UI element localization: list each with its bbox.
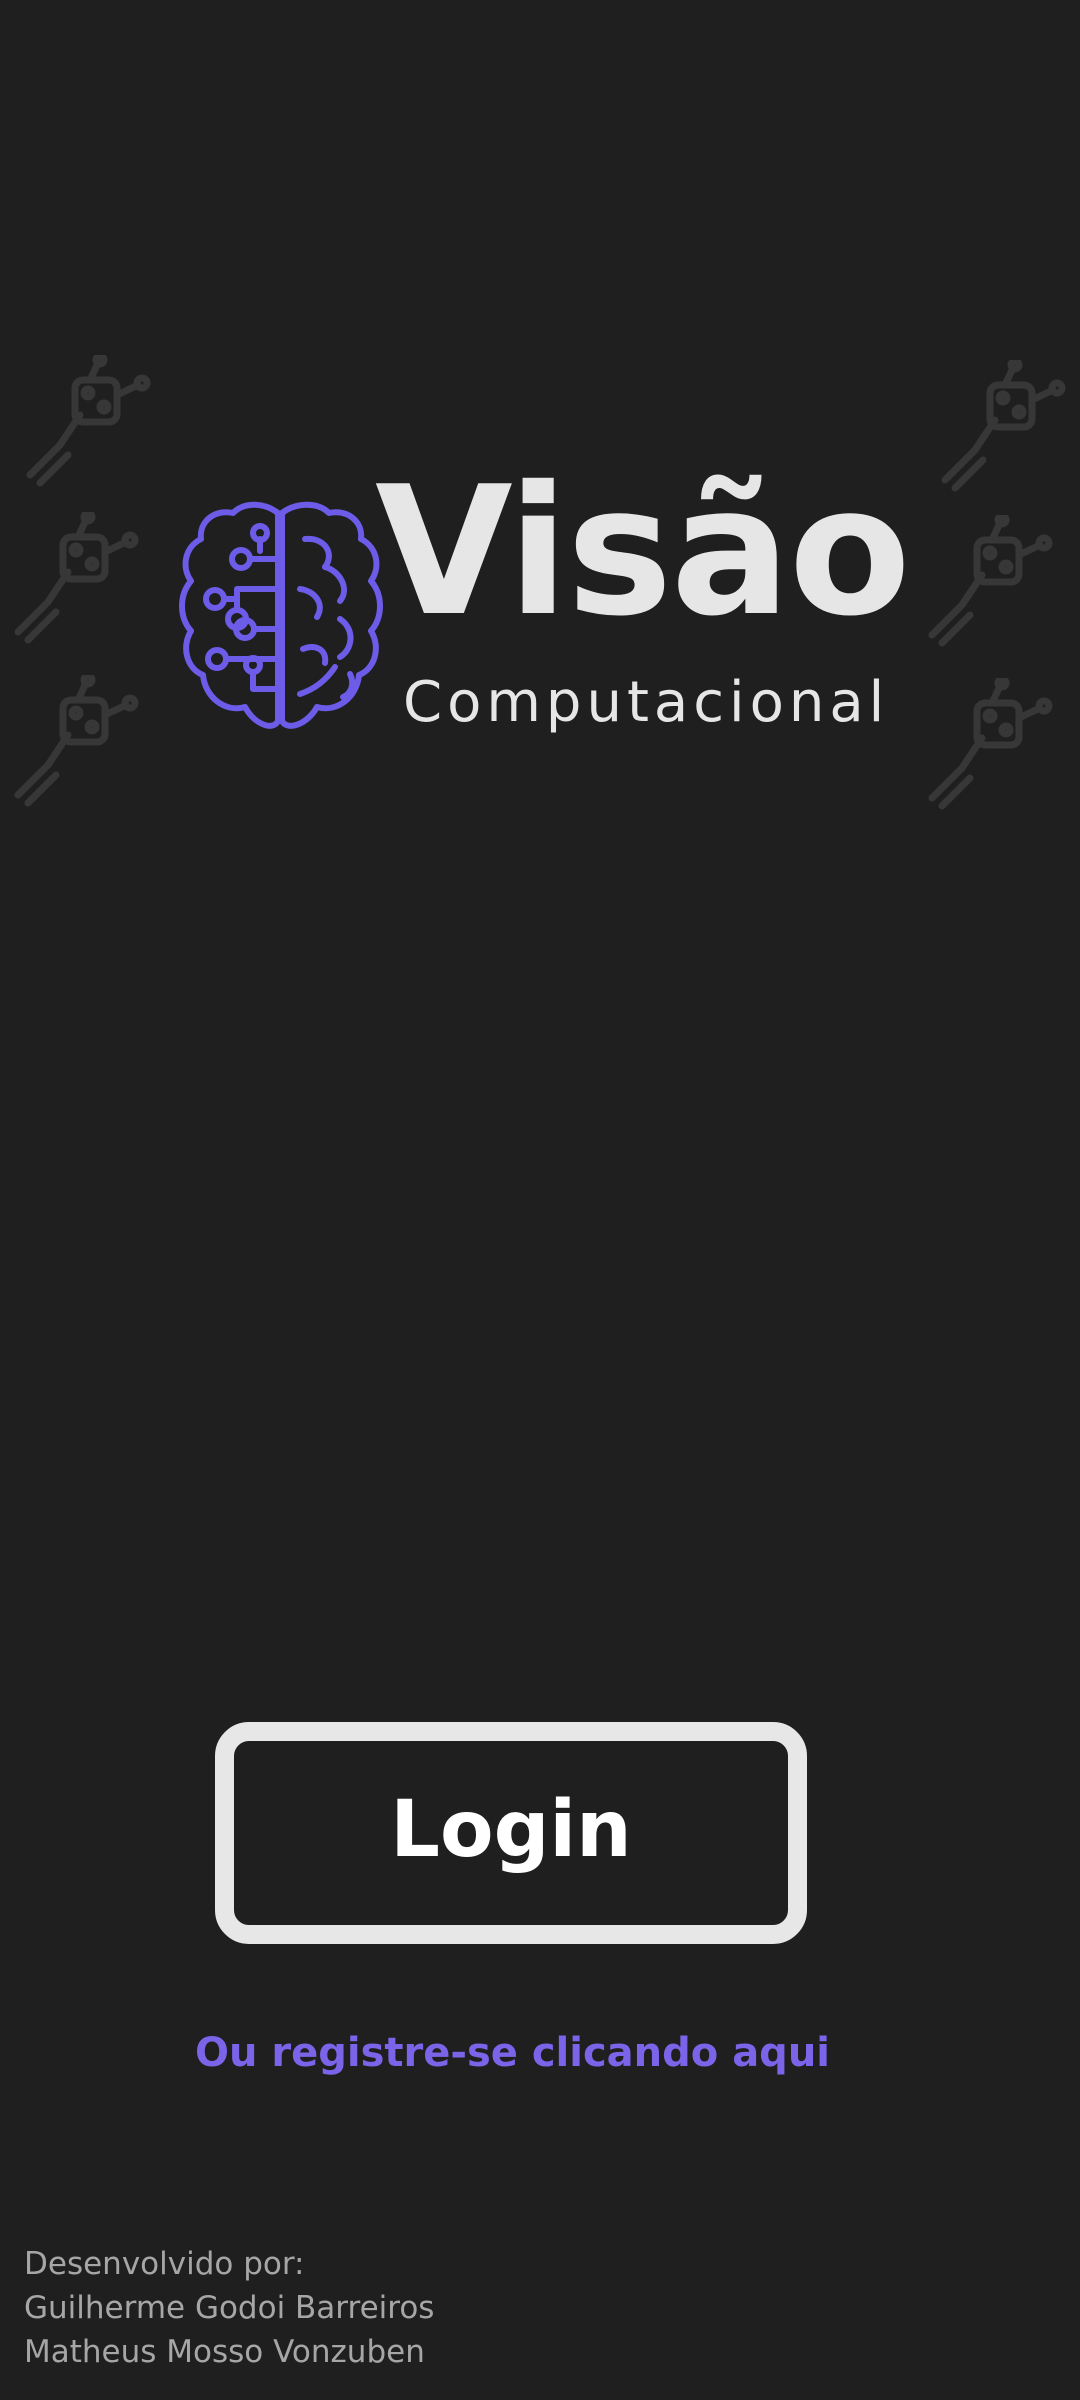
- robot-arm-icon: [8, 672, 148, 815]
- robot-arm-icon: [935, 357, 1075, 500]
- logo-subtitle: Computacional: [403, 670, 890, 735]
- login-button-label: Login: [390, 1785, 632, 1875]
- credits-heading: Desenvolvido por:: [24, 2246, 305, 2282]
- login-button[interactable]: Login: [215, 1722, 807, 1944]
- app-logo: Visão Computacional: [175, 463, 911, 745]
- splash-screen: Visão Computacional Login Ou registre-se…: [0, 0, 1080, 2400]
- credits-author: Matheus Mosso Vonzuben: [24, 2334, 425, 2370]
- register-link[interactable]: Ou registre-se clicando aqui: [0, 2030, 1025, 2076]
- robot-arm-icon: [20, 352, 160, 495]
- credits-author: Guilherme Godoi Barreiros: [24, 2290, 435, 2326]
- logo-title: Visão: [375, 448, 911, 655]
- robot-arm-icon: [922, 512, 1062, 655]
- robot-arm-icon: [8, 509, 148, 652]
- robot-arm-icon: [922, 675, 1062, 818]
- credits: Desenvolvido por: Guilherme Godoi Barrei…: [24, 2242, 434, 2374]
- brain-circuit-icon: [175, 499, 385, 739]
